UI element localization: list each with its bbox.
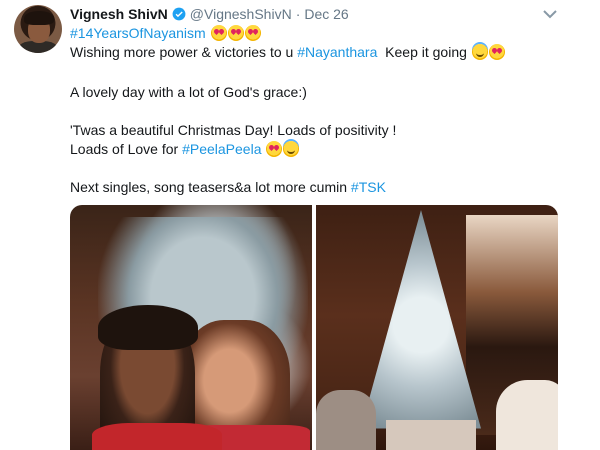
line2-text: Wishing more power & victories to u [70, 44, 298, 60]
line5-text: Loads of Love for [70, 141, 183, 157]
photo-christmas-tree-room[interactable] [316, 205, 558, 450]
tweet-line-6: Next singles, song teasers&a lot more cu… [70, 177, 386, 197]
heart-eyes-emoji-icon [266, 141, 283, 157]
hashtag-14yearsofnayanism[interactable]: #14YearsOfNayanism [70, 25, 206, 41]
heart-eyes-emoji-icon [488, 44, 505, 60]
hashtag-peelapeela[interactable]: #PeelaPeela [182, 141, 261, 157]
line2-after: Keep it going [377, 44, 471, 60]
line6-text: Next singles, song teasers&a lot more cu… [70, 179, 351, 195]
verified-badge-icon [172, 7, 186, 21]
tweet-date[interactable]: Dec 26 [304, 6, 348, 22]
tweet: Vignesh ShivN @VigneshShivN · Dec 26 #14… [0, 0, 600, 450]
tweet-line-4: 'Twas a beautiful Christmas Day! Loads o… [70, 122, 397, 138]
user-handle[interactable]: @VigneshShivN [190, 6, 292, 22]
photo-couple-christmas-tree[interactable] [70, 205, 312, 450]
avatar[interactable] [14, 5, 62, 53]
tweet-line-5: Loads of Love for #PeelaPeela [70, 139, 300, 159]
tweet-line-3: A lovely day with a lot of God's grace:) [70, 84, 307, 100]
separator-dot: · [295, 6, 301, 22]
smiling-halo-emoji-icon [283, 141, 300, 157]
tweet-header: Vignesh ShivN @VigneshShivN · Dec 26 [70, 5, 349, 23]
tweet-media [70, 205, 558, 450]
heart-eyes-emoji-icon [227, 25, 244, 41]
tweet-line-1: #14YearsOfNayanism [70, 23, 261, 43]
hashtag-tsk[interactable]: #TSK [351, 179, 386, 195]
smiling-halo-emoji-icon [471, 44, 488, 60]
display-name[interactable]: Vignesh ShivN [70, 6, 168, 22]
heart-eyes-emoji-icon [210, 25, 227, 41]
chevron-down-icon[interactable] [542, 8, 558, 20]
hashtag-nayanthara[interactable]: #Nayanthara [297, 44, 377, 60]
tweet-line-2: Wishing more power & victories to u #Nay… [70, 42, 505, 62]
heart-eyes-emoji-icon [244, 25, 261, 41]
